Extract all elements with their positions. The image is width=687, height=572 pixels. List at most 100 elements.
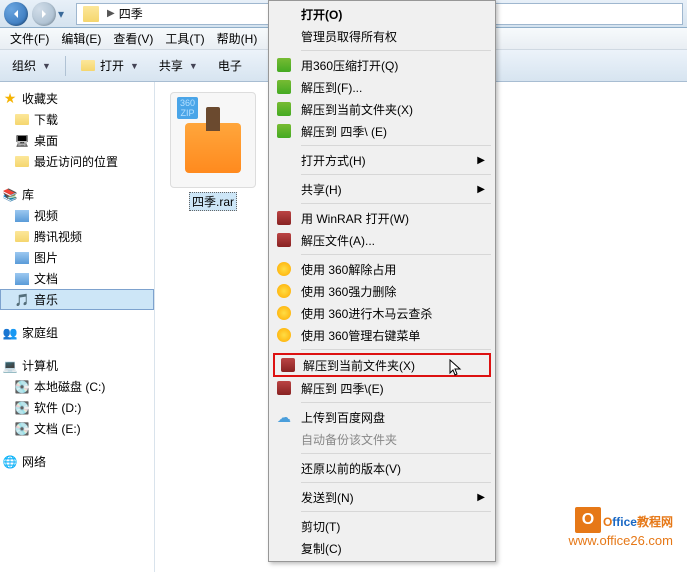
360-icon xyxy=(277,306,291,320)
share-button[interactable]: 共享▼ xyxy=(153,55,204,76)
cm-baidu-upload[interactable]: ☁上传到百度网盘 xyxy=(271,406,493,428)
drive-icon: 💽 xyxy=(14,400,30,416)
winrar-icon xyxy=(277,381,291,395)
sidebar-item-tencent[interactable]: 腾讯视频 xyxy=(0,226,154,247)
star-icon: ★ xyxy=(2,91,18,107)
folder-icon xyxy=(83,6,99,22)
cm-360-menu[interactable]: 使用 360管理右键菜单 xyxy=(271,324,493,346)
360-icon xyxy=(277,262,291,276)
cm-360zip-open[interactable]: 用360压缩打开(Q) xyxy=(271,54,493,76)
cm-restore[interactable]: 还原以前的版本(V) xyxy=(271,457,493,479)
cm-auto-backup: 自动备份该文件夹 xyxy=(271,428,493,450)
cm-admin[interactable]: 管理员取得所有权 xyxy=(271,25,493,47)
sidebar-item-downloads[interactable]: 下载 xyxy=(0,109,154,130)
zip-badge: 360ZIP xyxy=(177,97,198,119)
document-icon xyxy=(15,273,29,285)
music-icon: 🎵 xyxy=(14,292,30,308)
sidebar-item-music[interactable]: 🎵音乐 xyxy=(0,289,154,310)
separator xyxy=(301,203,491,204)
watermark-url: www.office26.com xyxy=(568,533,673,548)
sidebar-item-documents[interactable]: 文档 xyxy=(0,268,154,289)
winrar-icon xyxy=(281,358,295,372)
cloud-icon: ☁ xyxy=(276,409,292,425)
email-button[interactable]: 电子 xyxy=(212,55,248,76)
logo-icon: O xyxy=(575,507,601,533)
sidebar-homegroup[interactable]: 👥家庭组 xyxy=(0,322,154,343)
open-button[interactable]: 打开▼ xyxy=(74,55,145,76)
cm-copy[interactable]: 复制(C) xyxy=(271,537,493,559)
navigation-pane: ★收藏夹 下载 🖥桌面 最近访问的位置 📚库 视频 腾讯视频 图片 文档 🎵音乐… xyxy=(0,82,155,572)
separator xyxy=(301,174,491,175)
separator xyxy=(301,511,491,512)
sidebar-item-pictures[interactable]: 图片 xyxy=(0,247,154,268)
separator xyxy=(301,145,491,146)
separator xyxy=(301,482,491,483)
cm-share-with[interactable]: 共享(H)▶ xyxy=(271,178,493,200)
sidebar-network[interactable]: 🌐网络 xyxy=(0,451,154,472)
winrar-icon xyxy=(277,233,291,247)
cm-extract-here[interactable]: 解压到当前文件夹(X) xyxy=(271,98,493,120)
sidebar-item-videos[interactable]: 视频 xyxy=(0,205,154,226)
nav-back-button[interactable] xyxy=(4,2,28,26)
folder-icon xyxy=(15,114,29,125)
cm-rar-extract-siji[interactable]: 解压到 四季\(E) xyxy=(271,377,493,399)
file-name-label[interactable]: 四季.rar xyxy=(189,192,237,211)
menu-help[interactable]: 帮助(H) xyxy=(211,28,264,49)
separator xyxy=(301,50,491,51)
menu-file[interactable]: 文件(F) xyxy=(4,28,55,49)
cm-open-with[interactable]: 打开方式(H)▶ xyxy=(271,149,493,171)
menu-edit[interactable]: 编辑(E) xyxy=(55,28,107,49)
cm-extract-to[interactable]: 解压到(F)... xyxy=(271,76,493,98)
rar-file-icon: 360ZIP xyxy=(170,92,256,188)
chevron-right-icon: ▶ xyxy=(477,184,485,195)
cm-extract-siji[interactable]: 解压到 四季\ (E) xyxy=(271,120,493,142)
separator xyxy=(301,402,491,403)
archive-icon xyxy=(277,80,291,94)
separator xyxy=(301,254,491,255)
homegroup-icon: 👥 xyxy=(2,325,18,341)
sidebar-item-drive-d[interactable]: 💽软件 (D:) xyxy=(0,397,154,418)
sidebar-item-drive-e[interactable]: 💽文档 (E:) xyxy=(0,418,154,439)
sidebar-computer[interactable]: 💻计算机 xyxy=(0,355,154,376)
cm-rar-extract-here[interactable]: 解压到当前文件夹(X) xyxy=(273,353,491,377)
sidebar-item-desktop[interactable]: 🖥桌面 xyxy=(0,130,154,151)
path-segment[interactable]: 四季 xyxy=(119,5,143,22)
file-item[interactable]: 360ZIP 四季.rar xyxy=(165,92,261,211)
sidebar-item-drive-c[interactable]: 💽本地磁盘 (C:) xyxy=(0,376,154,397)
context-menu: 打开(O) 管理员取得所有权 用360压缩打开(Q) 解压到(F)... 解压到… xyxy=(268,0,496,562)
separator xyxy=(65,56,66,76)
cm-winrar-open[interactable]: 用 WinRAR 打开(W) xyxy=(271,207,493,229)
360-icon xyxy=(277,328,291,342)
organize-button[interactable]: 组织▼ xyxy=(6,55,57,76)
drive-icon: 💽 xyxy=(14,379,30,395)
sidebar-item-recent[interactable]: 最近访问的位置 xyxy=(0,151,154,172)
folder-icon xyxy=(15,231,29,242)
sidebar-libraries[interactable]: 📚库 xyxy=(0,184,154,205)
separator xyxy=(301,453,491,454)
cm-360-force-delete[interactable]: 使用 360强力删除 xyxy=(271,280,493,302)
nav-history-button[interactable]: ▾ xyxy=(58,7,72,21)
cm-open[interactable]: 打开(O) xyxy=(271,3,493,25)
cm-cut[interactable]: 剪切(T) xyxy=(271,515,493,537)
computer-icon: 💻 xyxy=(2,358,18,374)
nav-forward-button[interactable] xyxy=(32,2,56,26)
network-icon: 🌐 xyxy=(2,454,18,470)
cursor-icon xyxy=(449,359,463,377)
cm-360-trojan-scan[interactable]: 使用 360进行木马云查杀 xyxy=(271,302,493,324)
cm-extract-files[interactable]: 解压文件(A)... xyxy=(271,229,493,251)
archive-icon xyxy=(277,58,291,72)
cm-360-unlock[interactable]: 使用 360解除占用 xyxy=(271,258,493,280)
menu-tools[interactable]: 工具(T) xyxy=(159,28,210,49)
archive-icon xyxy=(277,102,291,116)
menu-view[interactable]: 查看(V) xyxy=(107,28,159,49)
video-icon xyxy=(15,210,29,222)
chevron-right-icon: ▶ xyxy=(477,155,485,166)
cm-send-to[interactable]: 发送到(N)▶ xyxy=(271,486,493,508)
sidebar-favorites[interactable]: ★收藏夹 xyxy=(0,88,154,109)
archive-icon xyxy=(277,124,291,138)
winrar-icon xyxy=(277,211,291,225)
chevron-right-icon: ▶ xyxy=(477,492,485,503)
watermark: OOffice教程网 www.office26.com xyxy=(568,506,673,548)
library-icon: 📚 xyxy=(2,187,18,203)
picture-icon xyxy=(15,252,29,264)
